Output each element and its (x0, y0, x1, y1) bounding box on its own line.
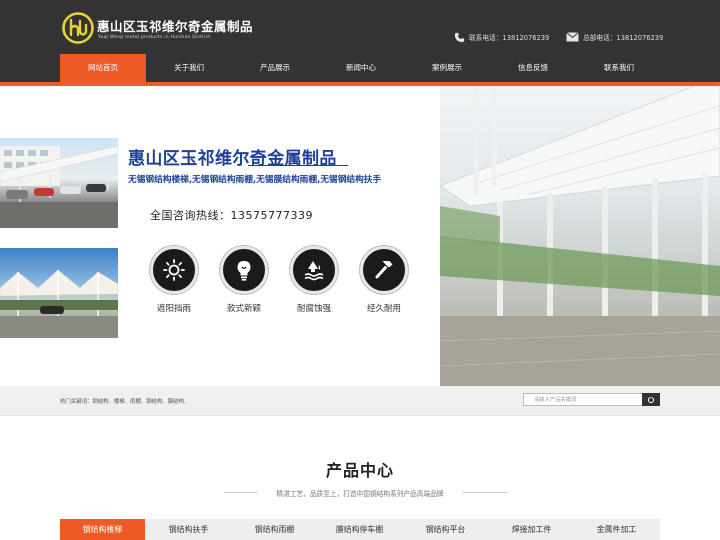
tab-steel-stairs[interactable]: 钢结构楼梯 (60, 519, 145, 540)
brand-title: 惠山区玉祁维尔奇金属制品 (97, 19, 254, 34)
feature-label: 经久耐用 (366, 304, 401, 314)
nav-item-cases[interactable]: 案例展示 (404, 54, 490, 82)
lightbulb-icon (237, 261, 251, 281)
search-button[interactable] (642, 393, 660, 406)
logo-icon[interactable] (62, 12, 94, 44)
tab-steel-canopy[interactable]: 钢结构雨棚 (232, 519, 317, 540)
tab-metal-processing[interactable]: 金属件加工 (574, 519, 659, 540)
membrane-shed-photo (0, 248, 118, 338)
section-title: 产品中心 (325, 461, 394, 480)
page: 惠山区玉祁维尔奇金属制品 Yuqi Weiqi metal products i… (0, 0, 720, 540)
banner-title-underline (248, 165, 348, 166)
nav-item-about[interactable]: 关于我们 (146, 54, 232, 82)
nav-item-products[interactable]: 产品展示 (232, 54, 318, 82)
feature-label: 款式新颖 (226, 304, 261, 314)
hammer-icon (375, 261, 393, 279)
banner-hotline: 全国咨询热线：13575777339 (150, 209, 313, 222)
feature-corrosion-resistant: 耐腐蚀强 (290, 246, 338, 314)
carport-photo (0, 138, 118, 228)
contact-phone-text: 联系电话：13812076239 (469, 34, 550, 42)
hot-keywords[interactable]: 热门关键词：钢结构、楼梯、雨棚、钢结构、膜结构、 (60, 397, 189, 405)
feature-label: 耐腐蚀强 (296, 304, 331, 314)
section-subtitle: 精湛工艺，品质至上，打造中国钢结构系列产品高端品牌 (276, 490, 444, 498)
nav-item-contact[interactable]: 联系我们 (576, 54, 662, 82)
feature-durable: 经久耐用 (360, 246, 408, 314)
nav-item-feedback[interactable]: 信息反馈 (490, 54, 576, 82)
product-tabs: 钢结构楼梯 钢结构扶手 钢结构雨棚 膜结构停车棚 钢结构平台 焊接加工件 金属件… (60, 519, 660, 540)
feature-novel-style: 款式新颖 (220, 246, 268, 314)
site-header: 惠山区玉祁维尔奇金属制品 Yuqi Weiqi metal products i… (0, 0, 720, 54)
corrosion-icon (304, 261, 324, 281)
nav-item-home[interactable]: 网站首页 (60, 54, 146, 82)
tab-welding-parts[interactable]: 焊接加工件 (489, 519, 574, 540)
nav-item-news[interactable]: 新闻中心 (318, 54, 404, 82)
search-input[interactable] (523, 393, 643, 406)
banner-subtitle: 无锡钢结构楼梯,无锡钢结构雨棚,无锡膜结构雨棚,无锡钢结构扶手 (128, 175, 382, 185)
hero-banner[interactable]: 惠山区玉祁维尔奇金属制品 无锡钢结构楼梯,无锡钢结构雨棚,无锡膜结构雨棚,无锡钢… (0, 86, 720, 386)
tab-steel-platform[interactable]: 钢结构平台 (403, 519, 488, 540)
search-icon (647, 396, 655, 403)
mail-icon (566, 32, 579, 42)
hq-phone-text: 总部电话：13812076239 (583, 34, 664, 42)
contact-phone: 联系电话：13812076239 (454, 30, 549, 44)
main-nav: 网站首页 关于我们 产品展示 新闻中心 案例展示 信息反馈 联系我们 (0, 54, 720, 82)
brand-subtitle: Yuqi Weiqi metal products in Huishan Dis… (98, 35, 211, 40)
phone-icon (454, 32, 465, 42)
steel-canopy-photo (440, 86, 720, 386)
feature-sun-rain: 遮阳挡雨 (150, 246, 198, 314)
tab-steel-handrail[interactable]: 钢结构扶手 (146, 519, 231, 540)
section-line-right (462, 492, 508, 493)
hq-phone: 总部电话：13812076239 (566, 30, 663, 44)
feature-label: 遮阳挡雨 (156, 304, 191, 314)
search-bar: 热门关键词：钢结构、楼梯、雨棚、钢结构、膜结构、 (0, 386, 720, 416)
sun-icon (163, 259, 185, 281)
tab-membrane-carport[interactable]: 膜结构停车棚 (317, 519, 402, 540)
